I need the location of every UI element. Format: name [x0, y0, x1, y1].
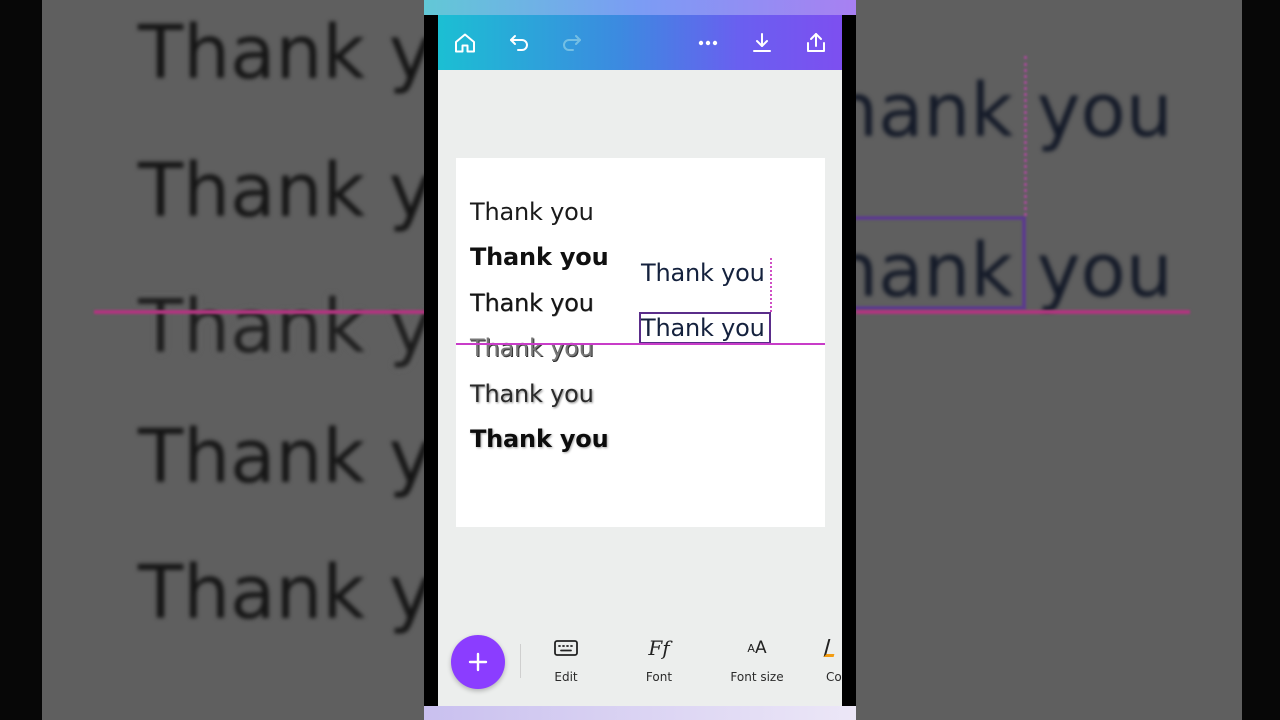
bottom-toolbar: Edit Ff Font AA Font size Co	[438, 620, 842, 706]
home-icon[interactable]	[449, 27, 481, 59]
bg-text: Thank you	[138, 414, 424, 500]
bg-text: Thank you	[138, 10, 424, 96]
edit-tool-button[interactable]: Edit	[531, 632, 601, 692]
bg-selection-box	[856, 216, 1026, 310]
toolbar-divider	[520, 644, 521, 678]
font-tool-button[interactable]: Ff Font	[624, 632, 694, 692]
color-tool-label: Co	[826, 670, 842, 684]
font-icon: Ff	[648, 636, 670, 660]
status-strip	[424, 0, 856, 15]
download-icon[interactable]	[746, 27, 778, 59]
editor-canvas-area: Thank you Thank you Thank you Thank you …	[438, 70, 842, 706]
font-size-icon: AA	[747, 638, 767, 658]
background-right-blur: Thank you Thank you	[856, 0, 1242, 720]
undo-icon[interactable]	[503, 27, 535, 59]
bg-text: Thank you	[138, 550, 424, 636]
nav-strip	[424, 706, 856, 720]
text-element[interactable]: Thank you	[470, 198, 594, 226]
background-left-blur: Thank you Thank you Thank you Thank you …	[42, 0, 424, 720]
alignment-guide-horizontal	[456, 343, 825, 345]
text-element[interactable]: Thank you	[470, 243, 609, 271]
bg-guide-line	[856, 310, 1190, 314]
bg-text: Thank you	[138, 148, 424, 234]
text-element[interactable]: Thank you	[470, 425, 609, 453]
edit-tool-label: Edit	[554, 670, 578, 684]
add-button[interactable]	[451, 635, 505, 689]
color-icon	[823, 632, 856, 664]
bg-guide-vertical	[1024, 56, 1027, 216]
color-tool-button[interactable]: Co	[822, 632, 856, 692]
alignment-guide-vertical	[770, 258, 772, 312]
text-element[interactable]: Thank you	[641, 259, 765, 287]
font-size-tool-button[interactable]: AA Font size	[717, 632, 797, 692]
redo-icon[interactable]	[556, 27, 588, 59]
share-icon[interactable]	[800, 27, 832, 59]
text-element[interactable]: Thank you	[470, 380, 594, 408]
letterbox-left	[0, 0, 42, 720]
bg-text: Thank you	[138, 284, 424, 370]
selection-box[interactable]	[639, 312, 771, 344]
phone-screen: Thank you Thank you Thank you Thank you …	[424, 0, 856, 720]
bg-guide-line	[94, 310, 424, 314]
font-size-tool-label: Font size	[730, 670, 784, 684]
text-element[interactable]: Thank you	[470, 289, 594, 317]
text-element[interactable]: Thank you	[470, 334, 594, 362]
more-icon[interactable]	[692, 27, 724, 59]
keyboard-icon	[531, 632, 601, 664]
bg-text: Thank you	[856, 68, 1173, 154]
letterbox-right	[1242, 0, 1280, 720]
design-page[interactable]: Thank you Thank you Thank you Thank you …	[456, 158, 825, 527]
font-tool-label: Font	[645, 670, 673, 684]
top-toolbar	[438, 15, 842, 70]
